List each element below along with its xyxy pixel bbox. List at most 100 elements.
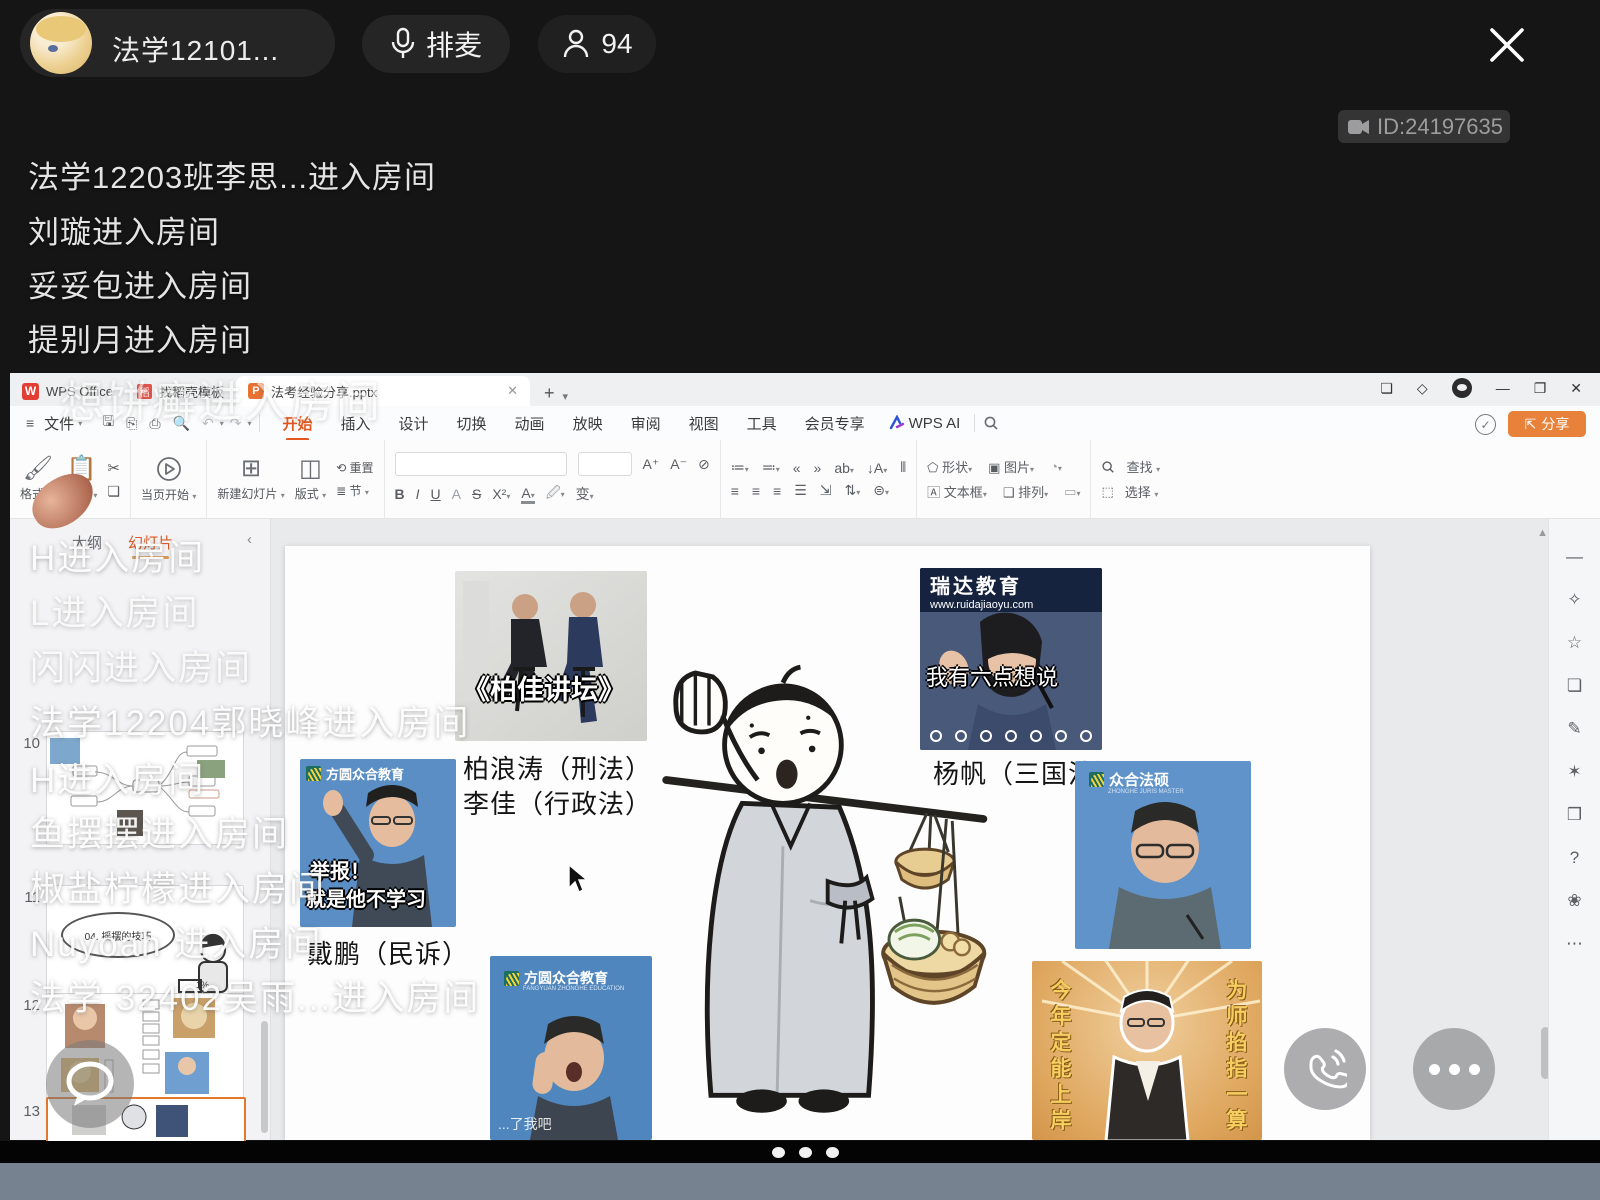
bottom-slate-bar xyxy=(0,1163,1600,1200)
golden-left-text: 今年定能上岸 xyxy=(1044,979,1074,1135)
layout-button[interactable]: ◫ 版式 ▾ xyxy=(295,457,326,502)
bold-button[interactable]: B xyxy=(395,486,405,502)
shapes-button[interactable]: ⬠ 形状▾ xyxy=(927,457,972,476)
tab-list-chevron-icon[interactable]: ▾ xyxy=(562,390,568,403)
chat-bubble-button[interactable] xyxy=(46,1040,134,1128)
stack-windows-icon[interactable]: ❏ xyxy=(1380,381,1393,395)
doc-check-icon[interactable]: ✓ xyxy=(1475,414,1496,435)
menu-wps-ai[interactable]: WPS AI xyxy=(909,415,967,432)
indent-button[interactable]: » xyxy=(814,460,822,476)
align-left-button[interactable]: ≡ xyxy=(731,483,739,499)
collapse-panel-icon[interactable]: ‹ xyxy=(247,531,252,548)
reset-button[interactable]: ⟲ 重置 xyxy=(336,459,373,476)
workspace-cube-icon[interactable]: ◇ xyxy=(1417,381,1428,395)
baijia-overlay-text: 《柏佳讲坛》 xyxy=(463,668,625,707)
page-indicator-dots[interactable] xyxy=(772,1147,839,1158)
teacher-photo-fangyuan: 方圆众合教育 FANGYUAN ZHONGHE EDUCATION ...了我吧 xyxy=(490,956,652,1140)
magic-wand-icon[interactable]: ✶ xyxy=(1567,762,1581,782)
beautify-icon[interactable]: ✎ xyxy=(1567,719,1581,739)
overlay-chat-message: 鱼摆摆进入房间 xyxy=(30,806,289,857)
close-icon[interactable] xyxy=(1484,22,1530,68)
minimize-icon[interactable]: — xyxy=(1496,381,1510,395)
highlight-button[interactable]: 🖉▾ xyxy=(546,482,565,506)
justify-button[interactable]: ☰ xyxy=(794,482,807,499)
golden-right-text: 为师掐指一算 xyxy=(1220,979,1250,1135)
slide-size-button[interactable]: ▭▾ xyxy=(1064,484,1080,500)
arrange-button[interactable]: ❑ 排列▾ xyxy=(1003,482,1048,501)
window-close-icon[interactable]: ✕ xyxy=(1570,381,1582,395)
decrease-font-icon[interactable]: A⁻ xyxy=(670,456,687,473)
scroll-up-icon[interactable]: ▲ xyxy=(1537,527,1548,539)
new-slide-button[interactable]: ⊞ 新建幻灯片 ▾ xyxy=(217,457,284,502)
slide-number: 13 xyxy=(18,1103,40,1120)
menu-tools[interactable]: 工具 xyxy=(733,413,791,434)
strikethrough-button[interactable]: S xyxy=(472,486,481,502)
account-avatar[interactable] xyxy=(1452,378,1472,398)
collapse-rail-icon[interactable]: — xyxy=(1566,547,1583,567)
font-group: A⁺ A⁻ ⊘ B I U A S X²▾ A▾ 🖉▾ 变▾ xyxy=(385,440,721,518)
font-size-input[interactable] xyxy=(578,452,632,476)
menu-review[interactable]: 审阅 xyxy=(617,413,675,434)
italic-button[interactable]: I xyxy=(416,486,420,502)
numbering-button[interactable]: ≕▾ xyxy=(762,459,780,476)
effects-star-icon[interactable]: ☆ xyxy=(1567,633,1582,653)
restore-icon[interactable]: ❐ xyxy=(1534,381,1547,395)
menu-view[interactable]: 视图 xyxy=(675,413,733,434)
doc-finder-icon[interactable]: ❒ xyxy=(1567,805,1582,825)
play-from-current-button[interactable]: 当页开始 ▾ xyxy=(141,456,196,503)
menu-transition[interactable]: 切换 xyxy=(443,413,501,434)
skin-icon[interactable]: ❀ xyxy=(1567,891,1581,911)
hamburger-icon[interactable]: ≡ xyxy=(20,415,40,431)
menu-design[interactable]: 设计 xyxy=(385,413,443,434)
slides-group: ⊞ 新建幻灯片 ▾ ◫ 版式 ▾ ⟲ 重置 ≣ 节 ▾ xyxy=(207,440,384,518)
search-icon[interactable] xyxy=(983,415,999,431)
textbox-button[interactable]: 🄰 文本框▾ xyxy=(927,482,987,501)
layers-icon[interactable]: ❏ xyxy=(1567,676,1582,696)
overlay-chat-message: L进入房间 xyxy=(30,585,199,636)
text-effects-button[interactable]: 变▾ xyxy=(576,484,594,504)
font-name-input[interactable] xyxy=(395,452,567,476)
viewer-count-button[interactable]: 94 xyxy=(538,15,656,73)
find-button[interactable]: 查找 ▾ xyxy=(1126,457,1160,476)
current-slide[interactable]: 《柏佳讲坛》 柏浪涛（刑法） 李佳（行政法） 瑞达教育 www.ruidajia… xyxy=(285,546,1370,1140)
section-button[interactable]: ≣ 节 ▾ xyxy=(336,482,373,499)
select-button[interactable]: 选择 ▾ xyxy=(1125,482,1159,501)
text-orientation-button[interactable]: ↓A▾ xyxy=(867,460,887,476)
new-tab-button[interactable]: + xyxy=(544,383,555,404)
columns-button[interactable]: ⫴ xyxy=(900,459,906,476)
clear-format-icon[interactable]: ⊘ xyxy=(698,456,710,473)
stream-id: ID:24197635 xyxy=(1377,114,1503,140)
align-right-button[interactable]: ≡ xyxy=(773,483,781,499)
share-button[interactable]: ⇱ 分享 xyxy=(1508,411,1586,437)
more-options-button[interactable] xyxy=(1413,1028,1495,1110)
align-objects-button[interactable]: ⊜▾ xyxy=(873,482,889,499)
panel-scrollbar[interactable] xyxy=(261,1021,268,1133)
line-spacing-button[interactable]: ⇅▾ xyxy=(845,482,861,499)
bullets-button[interactable]: ≔▾ xyxy=(731,459,749,476)
voice-call-button[interactable] xyxy=(1284,1028,1366,1110)
properties-icon[interactable]: ✧ xyxy=(1567,590,1581,610)
chart-button[interactable]: ◔▾ xyxy=(1050,459,1062,474)
copy-icon[interactable]: ❏ xyxy=(107,483,120,500)
text-direction-button[interactable]: ab▾ xyxy=(834,460,854,476)
menu-slideshow[interactable]: 放映 xyxy=(559,413,617,434)
font-color-button[interactable]: A▾ xyxy=(521,485,534,504)
cut-icon[interactable]: ✂ xyxy=(107,459,120,477)
underline-button[interactable]: U xyxy=(431,486,441,502)
avatar[interactable] xyxy=(30,12,92,74)
menu-membership[interactable]: 会员专享 xyxy=(791,413,879,434)
distribute-button[interactable]: ⇲ xyxy=(820,482,832,499)
shadow-button[interactable]: A xyxy=(452,486,461,502)
align-center-button[interactable]: ≡ xyxy=(752,483,760,499)
mic-queue-button[interactable]: 排麦 xyxy=(362,15,510,73)
increase-font-icon[interactable]: A⁺ xyxy=(643,456,660,473)
layout-icon: ◫ xyxy=(299,457,322,481)
tab-close-icon[interactable]: ✕ xyxy=(507,383,518,399)
help-icon[interactable]: ? xyxy=(1570,848,1579,868)
picture-button[interactable]: ▣ 图片▾ xyxy=(988,457,1034,476)
mouse-cursor xyxy=(567,864,589,894)
menu-animation[interactable]: 动画 xyxy=(501,413,559,434)
outdent-button[interactable]: « xyxy=(793,460,801,476)
rail-more-icon[interactable]: ⋯ xyxy=(1566,934,1583,954)
superscript-button[interactable]: X²▾ xyxy=(492,486,510,502)
